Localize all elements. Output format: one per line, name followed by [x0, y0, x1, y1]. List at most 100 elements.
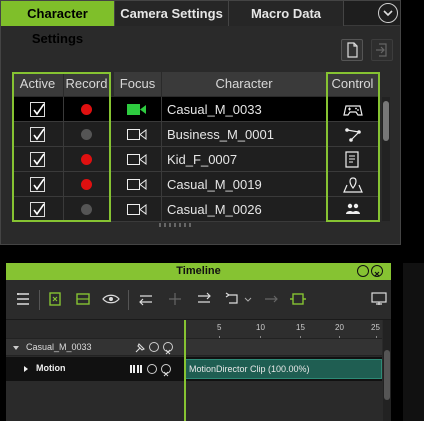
scrollbar-thumb[interactable] — [383, 101, 389, 141]
character-name[interactable]: Business_M_0001 — [162, 122, 327, 147]
view-icon[interactable] — [102, 291, 122, 309]
close-track-icon[interactable] — [163, 342, 173, 355]
checkmark-icon — [33, 103, 45, 116]
link-icon[interactable] — [262, 291, 282, 309]
record-cell — [64, 172, 110, 197]
character-name[interactable]: Casual_M_0026 — [162, 197, 327, 222]
active-checkbox[interactable] — [30, 177, 45, 192]
character-table: Active Record Focus Character Control Ca… — [12, 72, 391, 222]
import-icon — [376, 43, 387, 57]
pin-track-icon[interactable] — [134, 342, 146, 354]
ruler-tick-label: 5 — [217, 323, 222, 332]
tab-macro-data[interactable]: Macro Data — [229, 1, 344, 26]
new-document-icon — [347, 42, 358, 58]
video-camera-icon[interactable] — [127, 178, 147, 191]
expand-triangle-icon[interactable] — [22, 365, 30, 373]
playhead[interactable] — [184, 320, 186, 421]
script-icon[interactable] — [343, 151, 363, 168]
record-toggle[interactable] — [81, 154, 92, 165]
column-header-active[interactable]: Active — [12, 72, 64, 96]
active-checkbox[interactable] — [30, 102, 45, 117]
record-toggle[interactable] — [81, 204, 92, 215]
track-character-name: Casual_M_0033 — [26, 342, 92, 352]
record-toggle[interactable] — [81, 179, 92, 190]
fit-end-icon[interactable] — [75, 291, 95, 309]
close-track-icon[interactable] — [161, 364, 171, 377]
timeline-title: Timeline — [176, 265, 221, 277]
x-icon — [163, 371, 169, 377]
motion-layer-icon[interactable] — [130, 364, 144, 374]
ruler-tick-label: 20 — [335, 323, 344, 332]
character-name[interactable]: Casual_M_0019 — [162, 172, 327, 197]
table-row[interactable]: Casual_M_0026 — [12, 197, 379, 222]
timeline-scrollbar[interactable] — [383, 320, 391, 421]
add-key-icon[interactable] — [166, 291, 186, 309]
active-cell — [12, 97, 64, 122]
focus-cell — [112, 172, 162, 197]
active-checkbox[interactable] — [30, 202, 45, 217]
close-icon[interactable] — [371, 265, 383, 277]
column-header-focus[interactable]: Focus — [112, 72, 162, 96]
track-list-icon[interactable] — [15, 291, 35, 309]
record-cell — [64, 197, 110, 222]
table-row[interactable]: Casual_M_0019 — [12, 172, 379, 197]
active-cell — [12, 197, 64, 222]
control-cell — [327, 97, 379, 122]
tab-character-settings[interactable]: Character Settings — [1, 1, 115, 46]
character-track[interactable]: Casual_M_0033 — [6, 338, 382, 356]
active-cell — [12, 122, 64, 147]
gamepad-icon[interactable] — [343, 101, 363, 118]
column-header-control[interactable]: Control — [327, 72, 379, 96]
video-camera-icon[interactable] — [127, 153, 147, 166]
tab-camera-settings[interactable]: Camera Settings — [115, 1, 229, 26]
toolbar-separator — [128, 290, 129, 310]
path-icon[interactable] — [343, 126, 363, 143]
record-toggle[interactable] — [81, 104, 92, 115]
import-button[interactable] — [371, 39, 393, 61]
prev-key-icon[interactable] — [137, 291, 157, 309]
collapse-circle-icon[interactable] — [149, 342, 159, 352]
control-cell — [327, 122, 379, 147]
timeline-toolbar — [6, 280, 391, 320]
active-checkbox[interactable] — [30, 152, 45, 167]
active-cell — [12, 172, 64, 197]
collapse-circle-icon[interactable] — [147, 364, 157, 374]
side-panel-edge — [403, 263, 424, 421]
range-icon[interactable] — [289, 291, 309, 309]
motion-clip[interactable]: MotionDirector Clip (100.00%) — [185, 359, 382, 379]
settings-icon[interactable] — [370, 291, 390, 309]
record-cell — [64, 147, 110, 172]
map-pin-icon[interactable] — [343, 176, 363, 193]
active-checkbox[interactable] — [30, 127, 45, 142]
dropdown-arrow-icon[interactable] — [244, 291, 264, 309]
pin-icon[interactable] — [357, 265, 369, 277]
x-icon — [374, 271, 380, 277]
next-key-icon[interactable] — [195, 291, 215, 309]
table-scrollbar[interactable] — [382, 97, 390, 221]
table-row[interactable]: Kid_F_0007 — [12, 147, 379, 172]
focus-cell — [112, 197, 162, 222]
new-document-button[interactable] — [341, 39, 363, 61]
resize-grip[interactable] — [159, 223, 193, 227]
scrollbar-thumb[interactable] — [384, 350, 390, 400]
collapse-triangle-icon[interactable] — [12, 344, 20, 352]
video-camera-icon[interactable] — [127, 128, 147, 141]
record-cell — [64, 97, 110, 122]
panel-menu-button[interactable] — [378, 3, 398, 23]
loop-icon[interactable] — [224, 291, 244, 309]
character-name[interactable]: Casual_M_0033 — [162, 97, 327, 122]
table-row[interactable]: Casual_M_0033 — [12, 97, 379, 122]
checkmark-icon — [33, 153, 45, 166]
active-cell — [12, 147, 64, 172]
character-name[interactable]: Kid_F_0007 — [162, 147, 327, 172]
video-camera-icon[interactable] — [127, 203, 147, 216]
fit-start-icon[interactable] — [47, 291, 67, 309]
record-toggle[interactable] — [81, 129, 92, 140]
control-cell — [327, 147, 379, 172]
video-camera-icon[interactable] — [127, 103, 147, 116]
column-header-character[interactable]: Character — [162, 72, 327, 96]
column-header-record[interactable]: Record — [64, 72, 110, 96]
character-settings-panel: Character Settings Camera Settings Macro… — [0, 0, 401, 245]
table-row[interactable]: Business_M_0001 — [12, 122, 379, 147]
crowd-icon[interactable] — [343, 201, 363, 218]
